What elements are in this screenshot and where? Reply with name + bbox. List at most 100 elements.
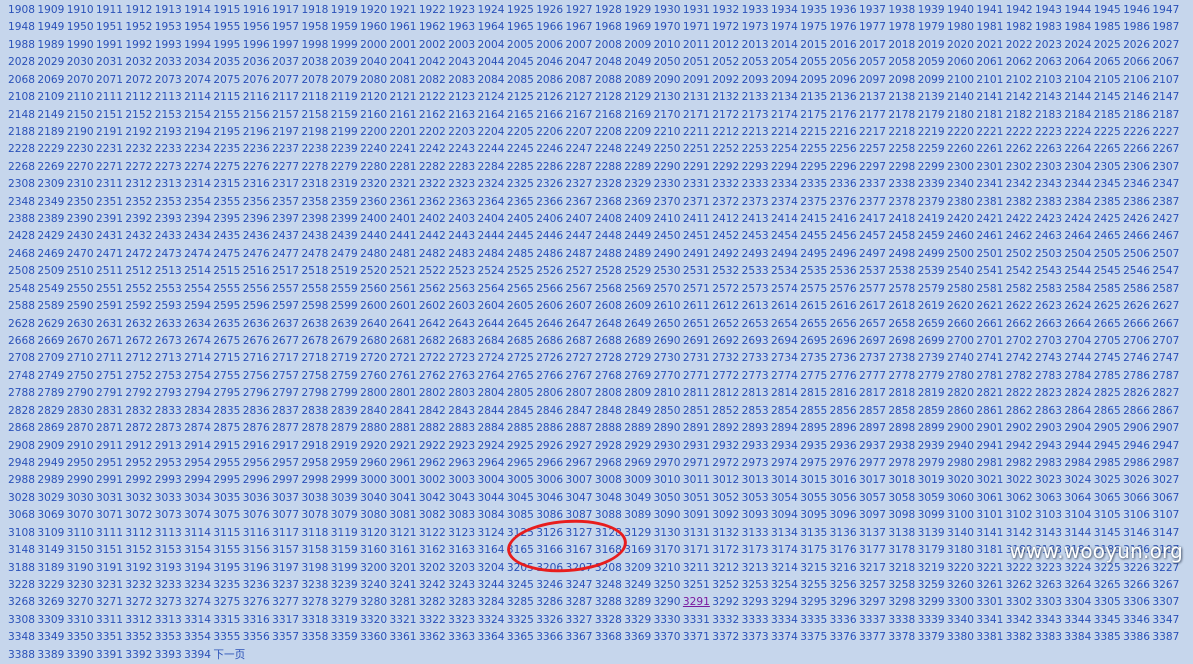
- page-link-3345[interactable]: 3345: [1094, 614, 1121, 626]
- page-link-2432[interactable]: 2432: [125, 230, 152, 242]
- page-link-3062[interactable]: 3062: [1006, 492, 1033, 504]
- page-link-2189[interactable]: 2189: [37, 126, 64, 138]
- page-link-2102[interactable]: 2102: [1006, 74, 1033, 86]
- page-link-3265[interactable]: 3265: [1094, 579, 1121, 591]
- page-link-1964[interactable]: 1964: [478, 21, 505, 33]
- page-link-3264[interactable]: 3264: [1064, 579, 1091, 591]
- page-link-2556[interactable]: 2556: [243, 283, 270, 295]
- page-link-2203[interactable]: 2203: [448, 126, 475, 138]
- page-link-2845[interactable]: 2845: [507, 405, 534, 417]
- page-link-2627[interactable]: 2627: [1152, 300, 1179, 312]
- page-link-2632[interactable]: 2632: [125, 318, 152, 330]
- page-link-3233[interactable]: 3233: [155, 579, 182, 591]
- page-link-2958[interactable]: 2958: [301, 457, 328, 469]
- page-link-2779[interactable]: 2779: [918, 370, 945, 382]
- page-link-3317[interactable]: 3317: [272, 614, 299, 626]
- page-link-2977[interactable]: 2977: [859, 457, 886, 469]
- page-link-2444[interactable]: 2444: [478, 230, 505, 242]
- page-link-2762[interactable]: 2762: [419, 370, 446, 382]
- page-link-2301[interactable]: 2301: [976, 161, 1003, 173]
- page-link-2756[interactable]: 2756: [243, 370, 270, 382]
- page-link-2576[interactable]: 2576: [830, 283, 857, 295]
- page-link-3150[interactable]: 3150: [67, 544, 94, 556]
- page-link-2552[interactable]: 2552: [125, 283, 152, 295]
- page-link-2197[interactable]: 2197: [272, 126, 299, 138]
- page-link-2296[interactable]: 2296: [830, 161, 857, 173]
- page-link-3029[interactable]: 3029: [37, 492, 64, 504]
- page-link-3132[interactable]: 3132: [712, 527, 739, 539]
- page-link-3363[interactable]: 3363: [448, 631, 475, 643]
- page-link-2928[interactable]: 2928: [595, 440, 622, 452]
- page-link-2703[interactable]: 2703: [1035, 335, 1062, 347]
- page-link-2454[interactable]: 2454: [771, 230, 798, 242]
- page-link-2113[interactable]: 2113: [155, 91, 182, 103]
- page-link-2514[interactable]: 2514: [184, 265, 211, 277]
- page-link-2242[interactable]: 2242: [419, 143, 446, 155]
- page-link-2154[interactable]: 2154: [184, 109, 211, 121]
- page-link-2505[interactable]: 2505: [1094, 248, 1121, 260]
- page-link-2944[interactable]: 2944: [1064, 440, 1091, 452]
- page-link-2289[interactable]: 2289: [624, 161, 651, 173]
- page-link-2237[interactable]: 2237: [272, 143, 299, 155]
- page-link-2678[interactable]: 2678: [301, 335, 328, 347]
- page-link-2126[interactable]: 2126: [536, 91, 563, 103]
- page-link-2789[interactable]: 2789: [37, 387, 64, 399]
- page-link-2863[interactable]: 2863: [1035, 405, 1062, 417]
- page-link-2471[interactable]: 2471: [96, 248, 123, 260]
- page-link-2526[interactable]: 2526: [536, 265, 563, 277]
- page-link-2305[interactable]: 2305: [1094, 161, 1121, 173]
- page-link-2509[interactable]: 2509: [37, 265, 64, 277]
- page-link-2379[interactable]: 2379: [918, 196, 945, 208]
- page-link-2393[interactable]: 2393: [155, 213, 182, 225]
- page-link-2060[interactable]: 2060: [947, 56, 974, 68]
- page-link-2465[interactable]: 2465: [1094, 230, 1121, 242]
- page-link-2162[interactable]: 2162: [419, 109, 446, 121]
- page-link-2557[interactable]: 2557: [272, 283, 299, 295]
- page-link-1952[interactable]: 1952: [125, 21, 152, 33]
- page-link-2806[interactable]: 2806: [536, 387, 563, 399]
- page-link-3365[interactable]: 3365: [507, 631, 534, 643]
- page-link-2838[interactable]: 2838: [301, 405, 328, 417]
- page-link-2891[interactable]: 2891: [683, 422, 710, 434]
- page-link-2112[interactable]: 2112: [125, 91, 152, 103]
- page-link-2221[interactable]: 2221: [976, 126, 1003, 138]
- page-link-2777[interactable]: 2777: [859, 370, 886, 382]
- page-link-2990[interactable]: 2990: [67, 474, 94, 486]
- page-link-2412[interactable]: 2412: [712, 213, 739, 225]
- page-link-1957[interactable]: 1957: [272, 21, 299, 33]
- page-link-2161[interactable]: 2161: [389, 109, 416, 121]
- page-link-2580[interactable]: 2580: [947, 283, 974, 295]
- page-link-2116[interactable]: 2116: [243, 91, 270, 103]
- page-link-2798[interactable]: 2798: [301, 387, 328, 399]
- page-link-2361[interactable]: 2361: [389, 196, 416, 208]
- page-link-2249[interactable]: 2249: [624, 143, 651, 155]
- page-link-2997[interactable]: 2997: [272, 474, 299, 486]
- page-link-2880[interactable]: 2880: [360, 422, 387, 434]
- page-link-2984[interactable]: 2984: [1064, 457, 1091, 469]
- page-link-3068[interactable]: 3068: [8, 509, 35, 521]
- page-link-2949[interactable]: 2949: [37, 457, 64, 469]
- page-link-2017[interactable]: 2017: [859, 39, 886, 51]
- page-link-2274[interactable]: 2274: [184, 161, 211, 173]
- page-link-2890[interactable]: 2890: [654, 422, 681, 434]
- page-link-2736[interactable]: 2736: [830, 352, 857, 364]
- page-link-2466[interactable]: 2466: [1123, 230, 1150, 242]
- page-link-2226[interactable]: 2226: [1123, 126, 1150, 138]
- page-link-2039[interactable]: 2039: [331, 56, 358, 68]
- page-link-3232[interactable]: 3232: [125, 579, 152, 591]
- page-link-2783[interactable]: 2783: [1035, 370, 1062, 382]
- page-link-3155[interactable]: 3155: [213, 544, 240, 556]
- page-link-3006[interactable]: 3006: [536, 474, 563, 486]
- page-link-2544[interactable]: 2544: [1064, 265, 1091, 277]
- page-link-2662[interactable]: 2662: [1006, 318, 1033, 330]
- page-link-2306[interactable]: 2306: [1123, 161, 1150, 173]
- page-link-3059[interactable]: 3059: [918, 492, 945, 504]
- page-link-2940[interactable]: 2940: [947, 440, 974, 452]
- page-link-3314[interactable]: 3314: [184, 614, 211, 626]
- page-link-2386[interactable]: 2386: [1123, 196, 1150, 208]
- page-link-2790[interactable]: 2790: [67, 387, 94, 399]
- page-link-2283[interactable]: 2283: [448, 161, 475, 173]
- page-link-2210[interactable]: 2210: [654, 126, 681, 138]
- page-link-2417[interactable]: 2417: [859, 213, 886, 225]
- page-link-3001[interactable]: 3001: [389, 474, 416, 486]
